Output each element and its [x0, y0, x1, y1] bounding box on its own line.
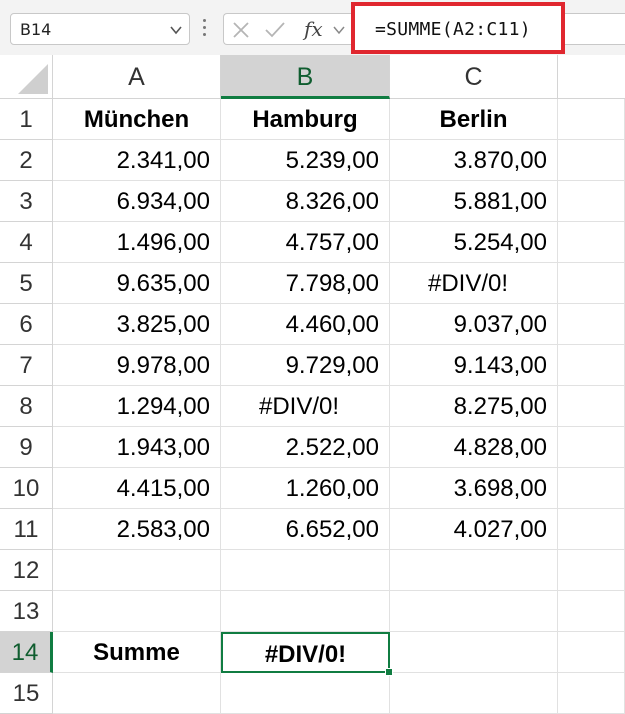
cell-c15[interactable] [390, 673, 558, 714]
cell-b7[interactable]: 9.729,00 [221, 345, 390, 386]
cell-a11[interactable]: 2.583,00 [53, 509, 221, 550]
row-header-9[interactable]: 9 [0, 427, 53, 468]
column-header-a[interactable]: A [53, 55, 221, 99]
cell-d13[interactable] [558, 591, 625, 632]
cell-c6[interactable]: 9.037,00 [390, 304, 558, 345]
column-header-b[interactable]: B [221, 55, 390, 99]
active-cell-b14[interactable]: #DIV/0! [221, 632, 390, 673]
cell-d6[interactable] [558, 304, 625, 345]
cell-a9[interactable]: 1.943,00 [53, 427, 221, 468]
cell-a8[interactable]: 1.294,00 [53, 386, 221, 427]
cell-d15[interactable] [558, 673, 625, 714]
formula-input-extension[interactable] [565, 13, 625, 45]
formula-text: =SUMME(A2:C11) [375, 19, 531, 40]
row-header-15[interactable]: 15 [0, 673, 53, 714]
cell-a4[interactable]: 1.496,00 [53, 222, 221, 263]
cell-b11[interactable]: 6.652,00 [221, 509, 390, 550]
cell-d4[interactable] [558, 222, 625, 263]
row-header-13[interactable]: 13 [0, 591, 53, 632]
chevron-down-icon[interactable] [332, 23, 346, 41]
cell-d11[interactable] [558, 509, 625, 550]
row-header-11[interactable]: 11 [0, 509, 53, 550]
cell-c7[interactable]: 9.143,00 [390, 345, 558, 386]
cell-b3[interactable]: 8.326,00 [221, 181, 390, 222]
row-header-5[interactable]: 5 [0, 263, 53, 304]
cell-c4[interactable]: 5.254,00 [390, 222, 558, 263]
row-header-1[interactable]: 1 [0, 99, 53, 140]
fill-handle[interactable] [385, 668, 393, 676]
cancel-icon[interactable] [232, 21, 250, 44]
formula-bar: B14 fx =SUMME(A2:C11) [0, 0, 625, 55]
cell-b5[interactable]: 7.798,00 [221, 263, 390, 304]
cell-d8[interactable] [558, 386, 625, 427]
cell-c3[interactable]: 5.881,00 [390, 181, 558, 222]
select-all-button[interactable] [0, 55, 53, 99]
cell-d5[interactable] [558, 263, 625, 304]
cell-d10[interactable] [558, 468, 625, 509]
cell-a5[interactable]: 9.635,00 [53, 263, 221, 304]
insert-function-button[interactable]: fx [304, 17, 323, 41]
more-options-icon[interactable] [202, 17, 208, 39]
chevron-down-icon[interactable] [169, 23, 183, 42]
cell-d3[interactable] [558, 181, 625, 222]
cell-c11[interactable]: 4.027,00 [390, 509, 558, 550]
cell-a12[interactable] [53, 550, 221, 591]
cell-d7[interactable] [558, 345, 625, 386]
row-header-2[interactable]: 2 [0, 140, 53, 181]
summary-label[interactable]: Summe [53, 632, 221, 673]
cell-d1[interactable] [558, 99, 625, 140]
cell-b6[interactable]: 4.460,00 [221, 304, 390, 345]
row-header-10[interactable]: 10 [0, 468, 53, 509]
row-header-8[interactable]: 8 [0, 386, 53, 427]
cell-b13[interactable] [221, 591, 390, 632]
cell-d12[interactable] [558, 550, 625, 591]
cell-a3[interactable]: 6.934,00 [53, 181, 221, 222]
cell-d9[interactable] [558, 427, 625, 468]
row-header-7[interactable]: 7 [0, 345, 53, 386]
cell-a1[interactable]: München [53, 99, 221, 140]
cell-b10[interactable]: 1.260,00 [221, 468, 390, 509]
row-header-12[interactable]: 12 [0, 550, 53, 591]
cell-c10[interactable]: 3.698,00 [390, 468, 558, 509]
cell-c12[interactable] [390, 550, 558, 591]
row-header-3[interactable]: 3 [0, 181, 53, 222]
cell-a15[interactable] [53, 673, 221, 714]
cell-b12[interactable] [221, 550, 390, 591]
cell-b2[interactable]: 5.239,00 [221, 140, 390, 181]
cell-d2[interactable] [558, 140, 625, 181]
formula-actions: fx [223, 13, 351, 45]
spreadsheet-grid: A B C 1 München Hamburg Berlin 2 2.341,00 5.23… [0, 55, 625, 714]
cell-a13[interactable] [53, 591, 221, 632]
cell-b15[interactable] [221, 673, 390, 714]
cell-a7[interactable]: 9.978,00 [53, 345, 221, 386]
cell-b1[interactable]: Hamburg [221, 99, 390, 140]
cell-c13[interactable] [390, 591, 558, 632]
row-header-4[interactable]: 4 [0, 222, 53, 263]
name-box[interactable]: B14 [10, 13, 190, 45]
cell-c5[interactable]: #DIV/0! [390, 263, 558, 304]
row-header-6[interactable]: 6 [0, 304, 53, 345]
cell-c9[interactable]: 4.828,00 [390, 427, 558, 468]
cell-b9[interactable]: 2.522,00 [221, 427, 390, 468]
formula-input[interactable]: =SUMME(A2:C11) [351, 2, 565, 54]
cell-c14[interactable] [390, 632, 558, 673]
cell-c2[interactable]: 3.870,00 [390, 140, 558, 181]
cell-a10[interactable]: 4.415,00 [53, 468, 221, 509]
cell-b8[interactable]: #DIV/0! [221, 386, 390, 427]
cell-d14[interactable] [558, 632, 625, 673]
name-box-value: B14 [20, 20, 52, 39]
cell-b4[interactable]: 4.757,00 [221, 222, 390, 263]
cell-c8[interactable]: 8.275,00 [390, 386, 558, 427]
row-header-14[interactable]: 14 [0, 632, 53, 673]
cell-a2[interactable]: 2.341,00 [53, 140, 221, 181]
enter-check-icon[interactable] [264, 21, 286, 44]
cell-a6[interactable]: 3.825,00 [53, 304, 221, 345]
cell-c1[interactable]: Berlin [390, 99, 558, 140]
column-header-d[interactable] [558, 55, 625, 99]
column-header-c[interactable]: C [390, 55, 558, 99]
